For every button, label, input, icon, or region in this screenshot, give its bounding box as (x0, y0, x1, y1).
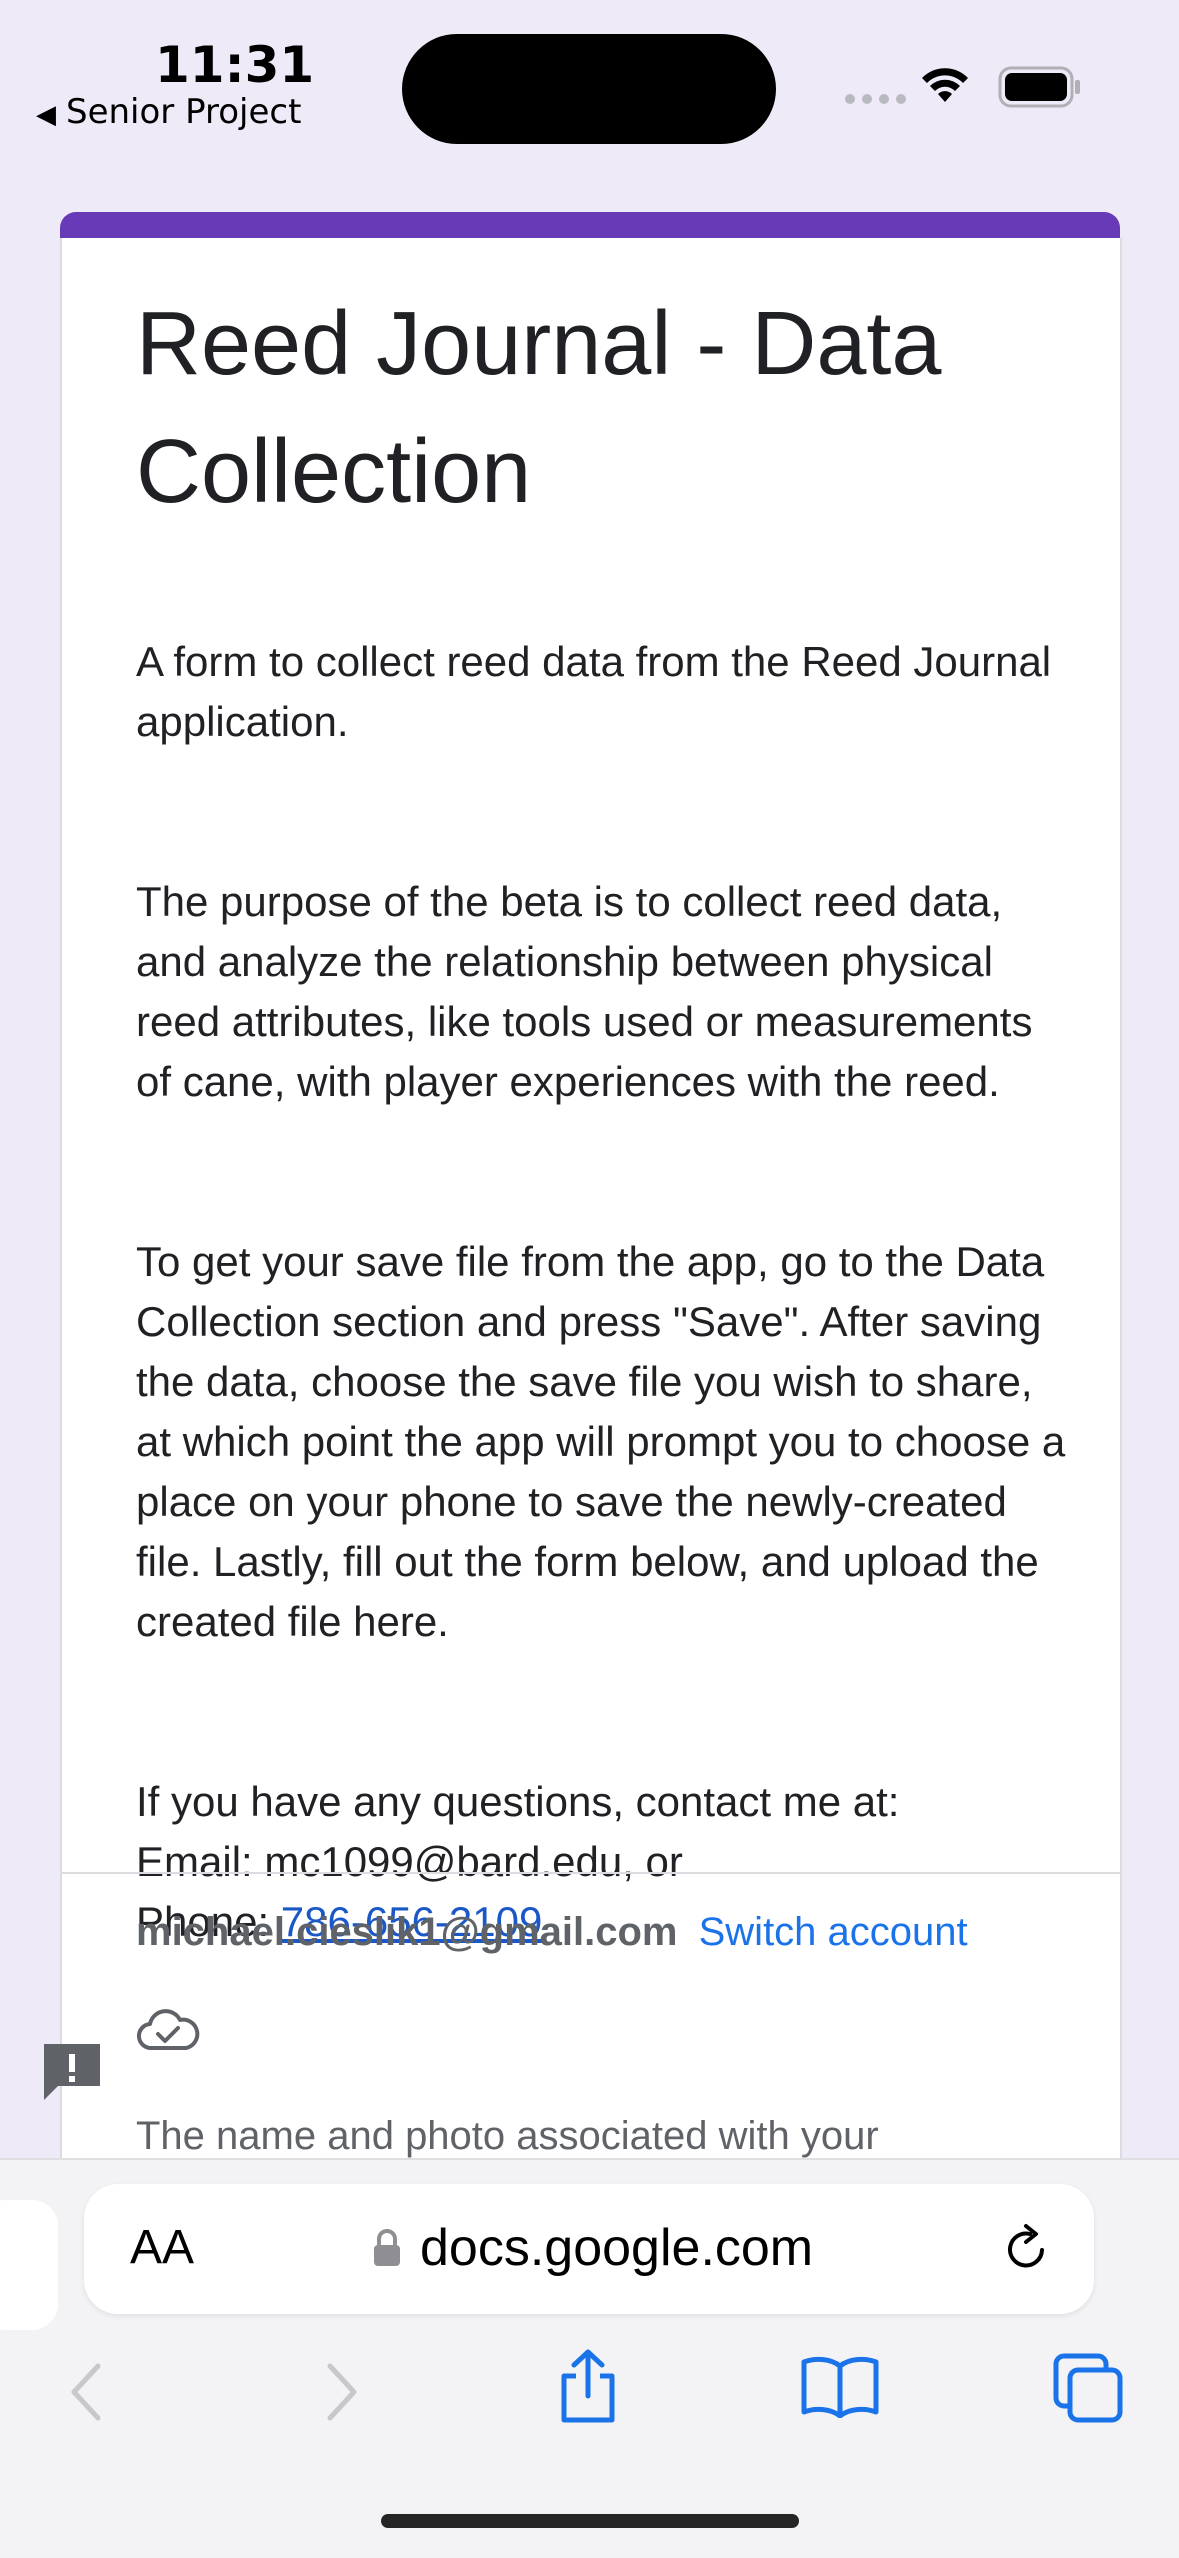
account-email: michael.cieslik1@gmail.com (136, 1910, 678, 1954)
back-app-label: Senior Project (66, 92, 302, 132)
contact-intro: If you have any questions, contact me at… (136, 1778, 900, 1825)
description-paragraph: The purpose of the beta is to collect re… (136, 878, 1033, 1105)
address-bar[interactable]: AA docs.google.com (84, 2184, 1094, 2314)
forward-icon[interactable] (322, 2360, 362, 2424)
switch-account-link[interactable]: Switch account (699, 1910, 968, 1954)
bookmarks-icon[interactable] (800, 2354, 880, 2418)
text-size-button[interactable]: AA (130, 2220, 194, 2275)
home-indicator (381, 2514, 799, 2528)
cloud-saved-icon (137, 2009, 200, 2051)
account-notice: The name and photo associated with your (136, 2114, 879, 2158)
previous-tab-peek[interactable] (0, 2200, 58, 2330)
back-triangle-icon: ◀ (36, 100, 56, 130)
browser-toolbar (0, 2340, 1179, 2450)
battery-icon (998, 66, 1080, 108)
url-text[interactable]: docs.google.com (420, 2218, 813, 2278)
description-paragraph: To get your save file from the app, go t… (136, 1238, 1066, 1645)
dynamic-island (402, 34, 776, 144)
lock-icon (374, 2229, 400, 2266)
form-description: A form to collect reed data from the Ree… (136, 572, 1076, 2012)
share-icon[interactable] (556, 2348, 620, 2424)
clock: 11:31 (155, 36, 315, 94)
cellular-signal-icon (845, 94, 906, 104)
browser-bottom-bar: AA docs.google.com (0, 2158, 1179, 2558)
divider (62, 1872, 1120, 1874)
description-paragraph: A form to collect reed data from the Ree… (136, 638, 1052, 745)
back-to-app-button[interactable]: ◀ Senior Project (36, 92, 301, 132)
back-icon[interactable] (66, 2360, 106, 2424)
report-feedback-icon[interactable] (40, 2040, 104, 2104)
form-header-card: Reed Journal - Data Collection A form to… (60, 238, 1122, 2198)
contact-email: Email: mc1099@bard.edu, or (136, 1838, 683, 1885)
reload-icon[interactable] (1000, 2220, 1054, 2276)
status-bar: 11:31 ◀ Senior Project (0, 0, 1179, 170)
tabs-icon[interactable] (1052, 2352, 1124, 2424)
account-row: michael.cieslik1@gmail.com Switch accoun… (136, 1910, 968, 1955)
wifi-icon (922, 68, 968, 102)
form-title: Reed Journal - Data Collection (136, 294, 942, 522)
